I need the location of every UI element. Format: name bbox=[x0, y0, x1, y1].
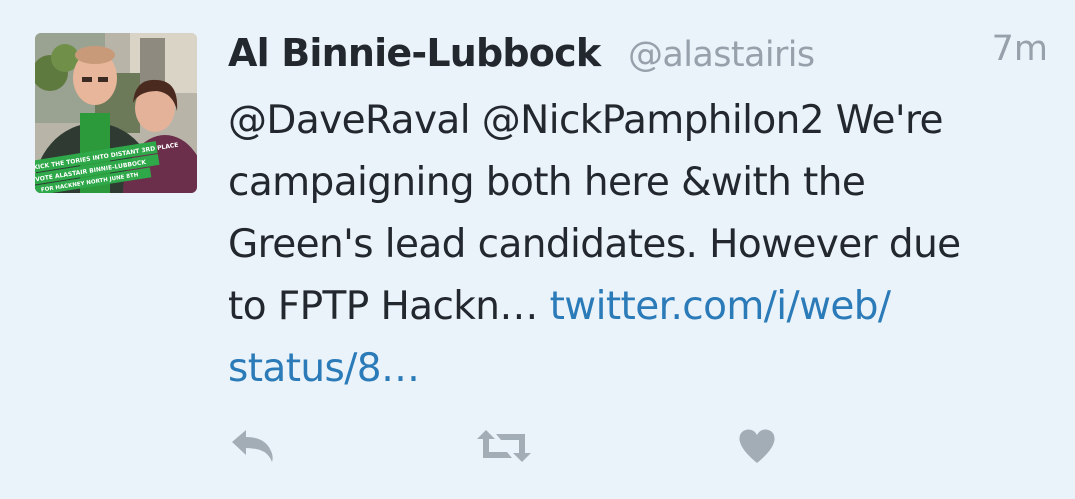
timestamp: 7m bbox=[991, 29, 1048, 69]
tweet-text-line: to FPTP Hackn… twitter.com/i/web/ bbox=[228, 276, 1058, 338]
tweet-link-continued[interactable]: status/8… bbox=[228, 346, 420, 391]
tweet-text: @DaveRaval @NickPamphilon2 We're campaig… bbox=[228, 90, 1058, 400]
like-icon bbox=[739, 429, 775, 463]
user-handle[interactable]: @alastairis bbox=[628, 29, 815, 81]
display-name[interactable]: Al Binnie-Lubbock bbox=[228, 27, 601, 79]
retweet-icon bbox=[477, 430, 531, 462]
reply-button[interactable] bbox=[228, 424, 278, 468]
author-row: Al Binnie-Lubbock @alastairis 7m bbox=[228, 27, 1048, 83]
tweet-text-line: @DaveRaval @NickPamphilon2 We're bbox=[228, 98, 944, 143]
tweet-actions bbox=[228, 424, 788, 468]
tweet-link[interactable]: twitter.com/i/web/ bbox=[550, 284, 891, 329]
tweet-text-line: Green's lead candidates. However due bbox=[228, 222, 961, 267]
tweet-text-line: status/8… bbox=[228, 338, 1058, 400]
like-button[interactable] bbox=[732, 424, 782, 468]
reply-icon bbox=[232, 430, 273, 462]
avatar[interactable]: KICK THE TORIES INTO DISTANT 3RD PLACE V… bbox=[35, 33, 197, 193]
tweet-card[interactable]: KICK THE TORIES INTO DISTANT 3RD PLACE V… bbox=[0, 0, 1075, 499]
tweet-text-fragment: to FPTP Hackn… bbox=[228, 284, 550, 329]
tweet-text-line: campaigning both here &with the bbox=[228, 160, 866, 205]
retweet-button[interactable] bbox=[474, 424, 534, 468]
